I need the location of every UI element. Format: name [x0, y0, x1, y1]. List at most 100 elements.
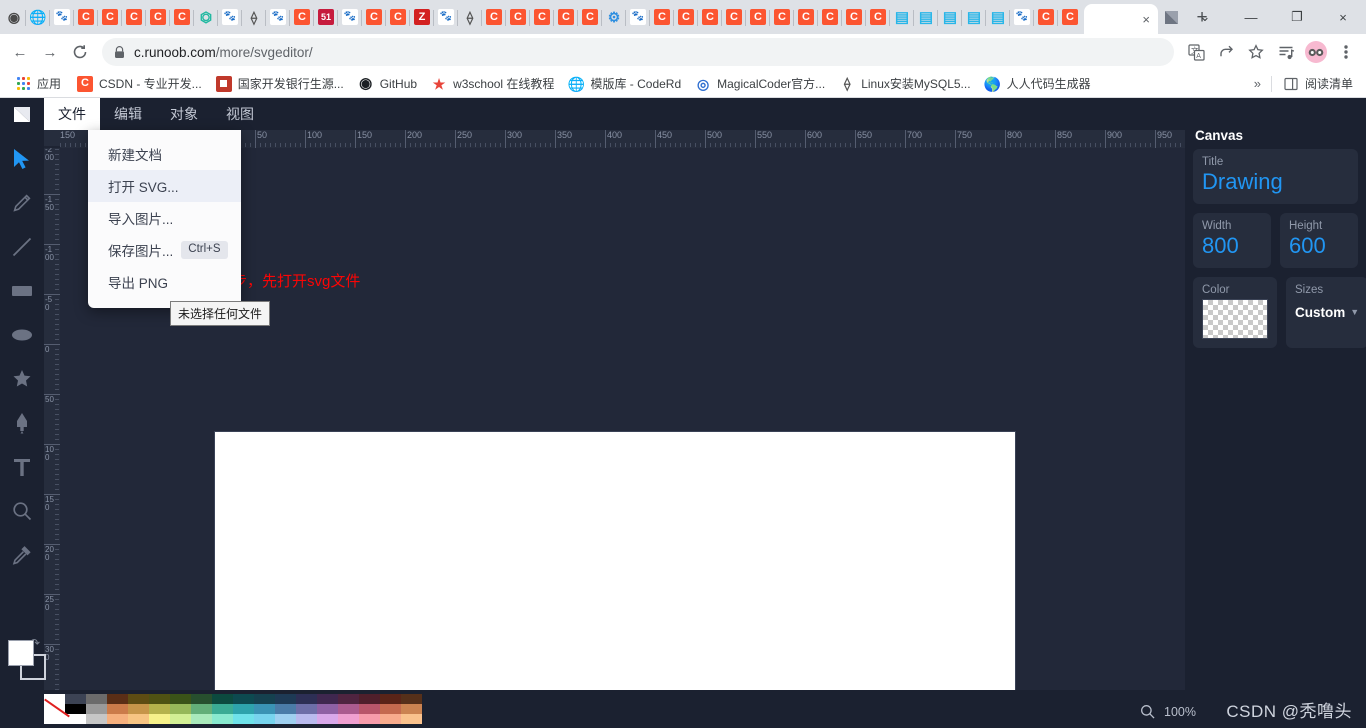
width-field[interactable]: Width 800 — [1193, 212, 1271, 268]
bookmark-item-5[interactable]: ◎ MagicalCoder官方... — [688, 72, 832, 95]
tab-4[interactable]: C — [98, 0, 122, 34]
tab-22[interactable]: C — [530, 0, 554, 34]
fill-color-swatch[interactable] — [8, 640, 34, 666]
reading-list-button[interactable]: 阅读清单 — [1276, 72, 1360, 95]
menu-0[interactable]: 文件 — [44, 98, 100, 130]
height-value[interactable]: 600 — [1289, 233, 1349, 259]
tab-10[interactable]: ⟠ — [242, 0, 266, 34]
height-field[interactable]: Height 600 — [1280, 212, 1358, 268]
tab-35[interactable]: C — [842, 0, 866, 34]
canvas-color-swatch[interactable] — [1202, 298, 1268, 339]
eyedropper-tool-icon[interactable] — [7, 540, 37, 570]
palette-column-13[interactable] — [359, 694, 380, 724]
palette-column-2[interactable] — [128, 694, 149, 724]
close-icon[interactable]: × — [1142, 13, 1150, 26]
tab-8[interactable]: ⏣ — [194, 0, 218, 34]
back-icon[interactable]: ← — [6, 38, 34, 66]
tab-13[interactable]: 51 — [314, 0, 338, 34]
address-bar[interactable]: c.runoob.com/more/svgeditor/ — [102, 38, 1174, 66]
zoom-tool-icon[interactable] — [7, 496, 37, 526]
color-palette[interactable] — [44, 694, 422, 724]
width-value[interactable]: 800 — [1202, 233, 1262, 259]
file-menu-item-4[interactable]: 导出 PNG — [88, 266, 241, 298]
tab-42[interactable]: 🐾 — [1010, 0, 1034, 34]
tab-41[interactable]: ▤ — [986, 0, 1010, 34]
palette-column-3[interactable] — [149, 694, 170, 724]
expand-tabs-button[interactable]: ⌄ — [1182, 0, 1228, 34]
tab-21[interactable]: C — [506, 0, 530, 34]
tab-14[interactable]: 🐾 — [338, 0, 362, 34]
menu-2[interactable]: 对象 — [156, 98, 212, 130]
tab-29[interactable]: C — [698, 0, 722, 34]
star-tool-icon[interactable] — [7, 364, 37, 394]
palette-column-9[interactable] — [275, 694, 296, 724]
tab-32[interactable]: C — [770, 0, 794, 34]
tab-31[interactable]: C — [746, 0, 770, 34]
tab-2[interactable]: 🐾 — [50, 0, 74, 34]
select-tool-icon[interactable] — [7, 144, 37, 174]
palette-column-7[interactable] — [233, 694, 254, 724]
tab-9[interactable]: 🐾 — [218, 0, 242, 34]
palette-column-14[interactable] — [380, 694, 401, 724]
title-field[interactable]: Title Drawing — [1193, 149, 1358, 204]
bookmark-item-7[interactable]: 🌎 人人代码生成器 — [978, 72, 1098, 95]
color-field[interactable]: Color — [1193, 276, 1277, 348]
forward-icon[interactable]: → — [36, 38, 64, 66]
tab-15[interactable]: C — [362, 0, 386, 34]
palette-column-6[interactable] — [212, 694, 233, 724]
tab-38[interactable]: ▤ — [914, 0, 938, 34]
three-dot-menu-icon[interactable] — [1332, 38, 1360, 66]
palette-column-8[interactable] — [254, 694, 275, 724]
file-menu-item-0[interactable]: 新建文档 — [88, 138, 241, 170]
bookmark-item-4[interactable]: 🌐 模版库 - CodeRd — [561, 72, 688, 95]
palette-column-5[interactable] — [191, 694, 212, 724]
canvas-page[interactable] — [215, 432, 1015, 690]
palette-column[interactable] — [65, 694, 86, 724]
text-tool-icon[interactable] — [7, 452, 37, 482]
reload-icon[interactable] — [66, 38, 94, 66]
tab-23[interactable]: C — [554, 0, 578, 34]
tab-25[interactable]: ⚙ — [602, 0, 626, 34]
bookmark-item-6[interactable]: ⟠ Linux安装MySQL5... — [832, 72, 977, 95]
tab-28[interactable]: C — [674, 0, 698, 34]
menu-3[interactable]: 视图 — [212, 98, 268, 130]
palette-column-0[interactable] — [86, 694, 107, 724]
tab-0[interactable]: ◉ — [2, 0, 26, 34]
bookmark-star-icon[interactable] — [1242, 38, 1270, 66]
share-icon[interactable] — [1212, 38, 1240, 66]
tab-44[interactable]: C — [1058, 0, 1082, 34]
tab-16[interactable]: C — [386, 0, 410, 34]
tab-24[interactable]: C — [578, 0, 602, 34]
palette-column-4[interactable] — [170, 694, 191, 724]
tab-37[interactable]: ▤ — [890, 0, 914, 34]
palette-column-1[interactable] — [107, 694, 128, 724]
tab-34[interactable]: C — [818, 0, 842, 34]
title-value[interactable]: Drawing — [1202, 169, 1349, 195]
close-window-button[interactable]: × — [1320, 0, 1366, 34]
apps-shortcut[interactable]: 应用 — [8, 72, 68, 95]
file-menu-item-1[interactable]: 打开 SVG... — [88, 170, 241, 202]
tab-11[interactable]: 🐾 — [266, 0, 290, 34]
tab-7[interactable]: C — [170, 0, 194, 34]
tab-19[interactable]: ⟠ — [458, 0, 482, 34]
minimize-button[interactable]: — — [1228, 0, 1274, 34]
active-tab[interactable]: × — [1084, 4, 1158, 34]
runoob-logo-icon[interactable] — [0, 98, 44, 130]
tab-17[interactable]: Z — [410, 0, 434, 34]
tab-1[interactable]: 🌐 — [26, 0, 50, 34]
tab-43[interactable]: C — [1034, 0, 1058, 34]
bookmark-item-2[interactable]: ◉ GitHub — [351, 73, 424, 95]
palette-column-10[interactable] — [296, 694, 317, 724]
maximize-button[interactable]: ❐ — [1274, 0, 1320, 34]
tab-33[interactable]: C — [794, 0, 818, 34]
pencil-tool-icon[interactable] — [7, 188, 37, 218]
tab-26[interactable]: 🐾 — [626, 0, 650, 34]
tab-18[interactable]: 🐾 — [434, 0, 458, 34]
bookmark-item-1[interactable]: 国家开发银行生源... — [209, 72, 351, 95]
no-color-swatch[interactable] — [44, 694, 65, 724]
tab-30[interactable]: C — [722, 0, 746, 34]
rectangle-tool-icon[interactable] — [7, 276, 37, 306]
file-menu-item-2[interactable]: 导入图片... — [88, 202, 241, 234]
bookmarks-overflow-icon[interactable]: » — [1248, 76, 1267, 91]
zoom-value[interactable]: 100% — [1164, 705, 1196, 719]
